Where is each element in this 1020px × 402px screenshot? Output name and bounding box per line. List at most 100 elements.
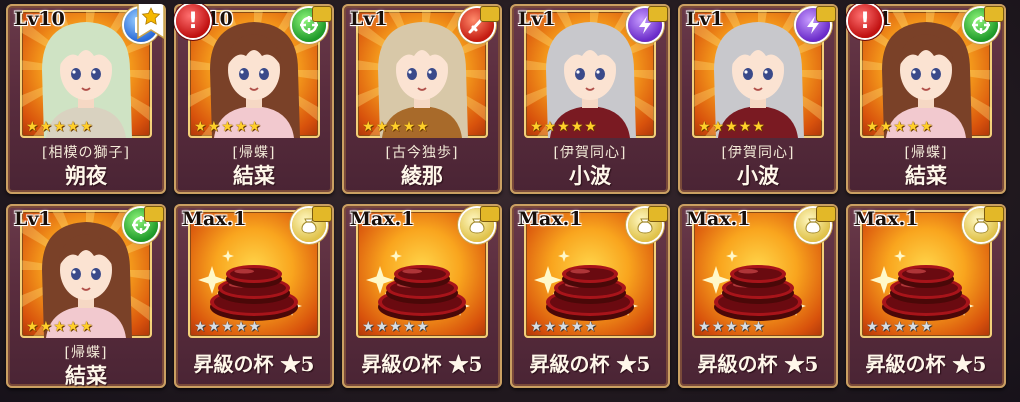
star-icon: ★ <box>866 319 879 335</box>
star-icon: ★ <box>39 119 53 135</box>
character-name: 小波 <box>569 163 611 188</box>
star-icon: ★ <box>530 319 543 335</box>
level-label: Lv1 <box>686 8 724 30</box>
lock-tag-icon <box>816 206 836 222</box>
level-label: Lv1 <box>14 208 52 230</box>
item-card[interactable]: Max.1 ★ ★ ★ ★ ★ 昇級の杯 ★5 <box>174 204 334 388</box>
character-title: [古今独歩] <box>385 145 459 161</box>
star-icon: ★ <box>584 119 597 135</box>
character-name: 結菜 <box>65 363 107 388</box>
level-label: Max.1 <box>686 208 751 230</box>
star-icon: ★ <box>752 119 765 135</box>
star-icon: ★ <box>402 119 416 135</box>
star-icon: ★ <box>416 119 429 135</box>
star-icon: ★ <box>362 119 375 135</box>
star-icon: ★ <box>402 319 416 335</box>
lock-tag-icon <box>144 206 164 222</box>
star-icon: ★ <box>375 319 389 335</box>
star-icon: ★ <box>738 119 752 135</box>
star-icon: ★ <box>584 319 597 335</box>
rarity-stars: ★ ★ ★ ★ ★ <box>26 320 93 334</box>
character-card[interactable]: Lv1 ★ ★ ★ ★ ★ [伊賀同心] 小波 <box>510 4 670 194</box>
star-icon: ★ <box>879 319 893 335</box>
star-icon: ★ <box>530 119 543 135</box>
star-icon: ★ <box>221 319 234 335</box>
star-icon: ★ <box>698 319 711 335</box>
level-label: Lv10 <box>14 8 65 30</box>
rarity-stars: ★ ★ ★ ★ ★ <box>530 120 597 134</box>
item-name: 昇級の杯 ★5 <box>361 352 483 376</box>
item-name: 昇級の杯 ★5 <box>865 352 987 376</box>
star-icon: ★ <box>26 319 39 335</box>
rarity-stars: ★ ★ ★ ★ ★ <box>194 120 261 134</box>
character-card[interactable]: Lv10!★★★★★[帰蝶]結菜 <box>174 4 334 194</box>
rarity-stars: ★ ★ ★ ★ ★ <box>194 320 261 334</box>
rarity-stars: ★ ★ ★ ★ ★ <box>530 320 597 334</box>
star-icon: ★ <box>725 119 738 135</box>
star-icon: ★ <box>80 119 93 135</box>
star-icon: ★ <box>248 119 261 135</box>
star-icon: ★ <box>570 119 584 135</box>
item-name: 昇級の杯 ★5 <box>529 352 651 376</box>
star-icon: ★ <box>866 119 879 135</box>
character-card[interactable]: Lv1 ★ ★ ★ ★ ★ [帰蝶] 結菜 <box>6 204 166 388</box>
star-icon: ★ <box>906 119 920 135</box>
level-label: Lv1 <box>350 8 388 30</box>
star-icon: ★ <box>234 319 248 335</box>
star-icon: ★ <box>698 119 711 135</box>
level-label: Max.1 <box>518 208 583 230</box>
star-icon: ★ <box>207 119 221 135</box>
item-card[interactable]: Max.1 ★ ★ ★ ★ ★ 昇級の杯 ★5 <box>342 204 502 388</box>
character-card[interactable]: Lv10 ★ ★ ★ ★ ★ [相模の獅子] 朔夜 <box>6 4 166 194</box>
star-icon: ★ <box>711 319 725 335</box>
star-icon: ★ <box>234 119 248 135</box>
star-icon: ★ <box>53 119 66 135</box>
level-label: Max.1 <box>182 208 247 230</box>
card-grid: Lv10★★★★★[相模の獅子]朔夜Lv10!★★★★★[帰蝶]結菜Lv1★★★… <box>6 4 1006 388</box>
lock-tag-icon <box>312 6 332 22</box>
star-icon: ★ <box>389 319 402 335</box>
star-icon: ★ <box>66 319 80 335</box>
item-name: 昇級の杯 ★5 <box>697 352 819 376</box>
star-icon: ★ <box>221 119 234 135</box>
star-icon: ★ <box>375 119 389 135</box>
rarity-stars: ★ ★ ★ ★ ★ <box>866 320 933 334</box>
star-icon: ★ <box>557 119 570 135</box>
rarity-stars: ★ ★ ★ ★ ★ <box>362 320 429 334</box>
star-icon: ★ <box>26 119 39 135</box>
character-title: [伊賀同心] <box>553 145 627 161</box>
character-name: 綾那 <box>401 163 443 188</box>
star-icon: ★ <box>80 319 93 335</box>
star-icon: ★ <box>725 319 738 335</box>
rarity-stars: ★ ★ ★ ★ ★ <box>866 120 933 134</box>
character-name: 朔夜 <box>65 163 107 188</box>
star-icon: ★ <box>920 319 933 335</box>
star-icon: ★ <box>543 119 557 135</box>
star-icon: ★ <box>194 319 207 335</box>
item-card[interactable]: Max.1 ★ ★ ★ ★ ★ 昇級の杯 ★5 <box>678 204 838 388</box>
character-name: 結菜 <box>905 163 947 188</box>
item-name: 昇級の杯 ★5 <box>193 352 315 376</box>
item-card[interactable]: Max.1 ★ ★ ★ ★ ★ 昇級の杯 ★5 <box>510 204 670 388</box>
star-icon: ★ <box>893 119 906 135</box>
lock-tag-icon <box>984 6 1004 22</box>
character-card[interactable]: Lv1!★★★★★[帰蝶]結菜 <box>846 4 1006 194</box>
warning-icon: ! <box>176 4 210 38</box>
character-card[interactable]: Lv1 ★ ★ ★ ★ ★ [伊賀同心] 小波 <box>678 4 838 194</box>
lock-tag-icon <box>816 6 836 22</box>
rarity-stars: ★ ★ ★ ★ ★ <box>698 320 765 334</box>
lock-tag-icon <box>648 6 668 22</box>
star-icon: ★ <box>906 319 920 335</box>
character-title: [相模の獅子] <box>42 145 130 161</box>
level-label: Max.1 <box>350 208 415 230</box>
character-title: [帰蝶] <box>232 145 276 161</box>
rarity-stars: ★ ★ ★ ★ ★ <box>362 120 429 134</box>
level-label: Lv1 <box>518 8 556 30</box>
item-card[interactable]: Max.1 ★ ★ ★ ★ ★ 昇級の杯 ★5 <box>846 204 1006 388</box>
star-icon: ★ <box>752 319 765 335</box>
star-icon: ★ <box>557 319 570 335</box>
star-icon: ★ <box>207 319 221 335</box>
character-name: 結菜 <box>233 163 275 188</box>
level-label: Max.1 <box>854 208 919 230</box>
character-card[interactable]: Lv1 ★ ★ ★ ★ ★ [古今独歩] 綾那 <box>342 4 502 194</box>
